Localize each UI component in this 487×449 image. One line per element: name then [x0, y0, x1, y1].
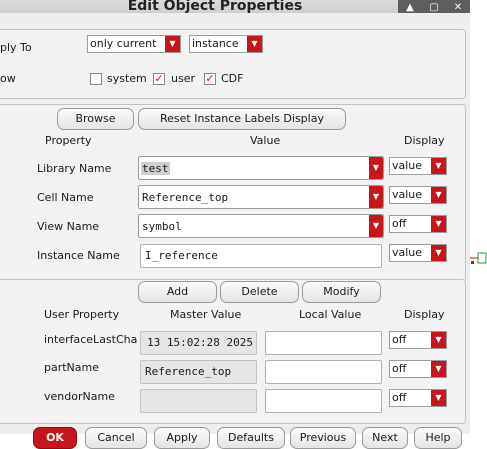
user-prop-label: interfaceLastCha..: [44, 333, 137, 346]
library-display-select[interactable]: value ▼: [389, 157, 447, 175]
chevron-down-icon: ▼: [431, 158, 446, 174]
chevron-down-icon: ▼: [247, 36, 262, 52]
user-display-value: off: [392, 362, 407, 375]
chevron-down-icon: ▼: [369, 157, 383, 179]
delete-button[interactable]: Delete: [220, 281, 299, 303]
library-display-value: value: [392, 159, 423, 172]
ok-button[interactable]: OK: [33, 427, 77, 449]
system-label: system: [107, 72, 147, 85]
cell-display-select[interactable]: value ▼: [389, 186, 447, 204]
local-value-field[interactable]: [265, 331, 382, 355]
system-checkbox[interactable]: [90, 73, 102, 85]
cell-name-label: Cell Name: [37, 191, 94, 204]
reset-labels-button[interactable]: Reset Instance Labels Display: [138, 108, 346, 130]
user-properties-group: Add Delete Modify User Property Master V…: [0, 279, 466, 424]
chevron-down-icon: ▼: [369, 215, 383, 237]
user-checkbox[interactable]: ✓: [153, 73, 165, 85]
cell-name-select[interactable]: Reference_top ▼: [138, 185, 384, 209]
chevron-down-icon: ▼: [431, 332, 446, 348]
master-value-field: [140, 389, 257, 413]
modify-button[interactable]: Modify: [302, 281, 381, 303]
apply-type-select[interactable]: instance ▼: [189, 35, 263, 53]
local-value-header: Local Value: [299, 308, 362, 321]
user-display-value: off: [392, 391, 407, 404]
local-value-field[interactable]: [265, 389, 382, 413]
view-name-label: View Name: [37, 220, 100, 233]
dialog-body: ply To only current ▼ instance ▼ ow syst…: [0, 13, 470, 449]
master-value-field: 13 15:02:28 2025: [140, 331, 257, 355]
user-display-select[interactable]: off ▼: [389, 389, 447, 407]
cdf-label: CDF: [221, 72, 244, 85]
help-button[interactable]: Help: [414, 427, 462, 449]
attributes-group: Browse Reset Instance Labels Display Pro…: [0, 104, 466, 282]
instance-name-label: Instance Name: [37, 249, 120, 262]
view-display-value: off: [392, 217, 407, 230]
chevron-down-icon: ▼: [431, 216, 446, 232]
user-display-select[interactable]: off ▼: [389, 331, 447, 349]
library-name-label: Library Name: [37, 162, 112, 175]
apply-scope-select[interactable]: only current ▼: [87, 35, 181, 53]
master-value-header: Master Value: [170, 308, 242, 321]
window-title: Edit Object Properties: [127, 0, 303, 14]
local-value-field[interactable]: [265, 360, 382, 384]
browse-button[interactable]: Browse: [57, 108, 134, 130]
view-name-select[interactable]: symbol ▼: [138, 214, 384, 238]
user-prop-label: vendorName: [44, 390, 115, 403]
add-button[interactable]: Add: [138, 281, 217, 303]
chevron-down-icon: ▼: [431, 245, 446, 261]
user-display-header: Display: [404, 308, 445, 321]
library-name-value: test: [141, 162, 170, 175]
user-display-select[interactable]: off ▼: [389, 360, 447, 378]
cancel-button[interactable]: Cancel: [85, 427, 147, 449]
chevron-down-icon: ▼: [165, 36, 180, 52]
user-display-value: off: [392, 333, 407, 346]
master-value-field: Reference_top: [140, 360, 257, 384]
view-name-value: symbol: [142, 220, 182, 233]
show-label: ow: [0, 72, 16, 85]
instance-display-select[interactable]: value ▼: [389, 244, 447, 262]
cell-name-value: Reference_top: [142, 191, 229, 204]
cdf-checkbox[interactable]: ✓: [204, 73, 216, 85]
chevron-down-icon: ▼: [431, 187, 446, 203]
apply-to-label: ply To: [0, 41, 32, 54]
chevron-down-icon: ▼: [431, 390, 446, 406]
user-prop-label: partName: [44, 361, 100, 374]
apply-type-value: instance: [192, 37, 239, 50]
library-name-select[interactable]: test ▼: [138, 156, 384, 180]
value-header: Value: [250, 134, 281, 147]
view-display-select[interactable]: off ▼: [389, 215, 447, 233]
instance-display-value: value: [392, 246, 423, 259]
property-header: Property: [45, 134, 92, 147]
apply-show-group: ply To only current ▼ instance ▼ ow syst…: [0, 29, 466, 99]
user-property-header: User Property: [44, 308, 120, 321]
user-label: user: [171, 72, 195, 85]
chevron-down-icon: ▼: [369, 186, 383, 208]
defaults-button[interactable]: Defaults: [217, 427, 285, 449]
cell-display-value: value: [392, 188, 423, 201]
instance-name-field[interactable]: I_reference: [140, 244, 382, 268]
apply-scope-value: only current: [90, 37, 157, 50]
next-button[interactable]: Next: [362, 427, 408, 449]
connector-glyph-icon: [470, 252, 487, 264]
apply-button[interactable]: Apply: [154, 427, 210, 449]
display-header: Display: [404, 134, 445, 147]
previous-button[interactable]: Previous: [290, 427, 356, 449]
chevron-down-icon: ▼: [431, 361, 446, 377]
